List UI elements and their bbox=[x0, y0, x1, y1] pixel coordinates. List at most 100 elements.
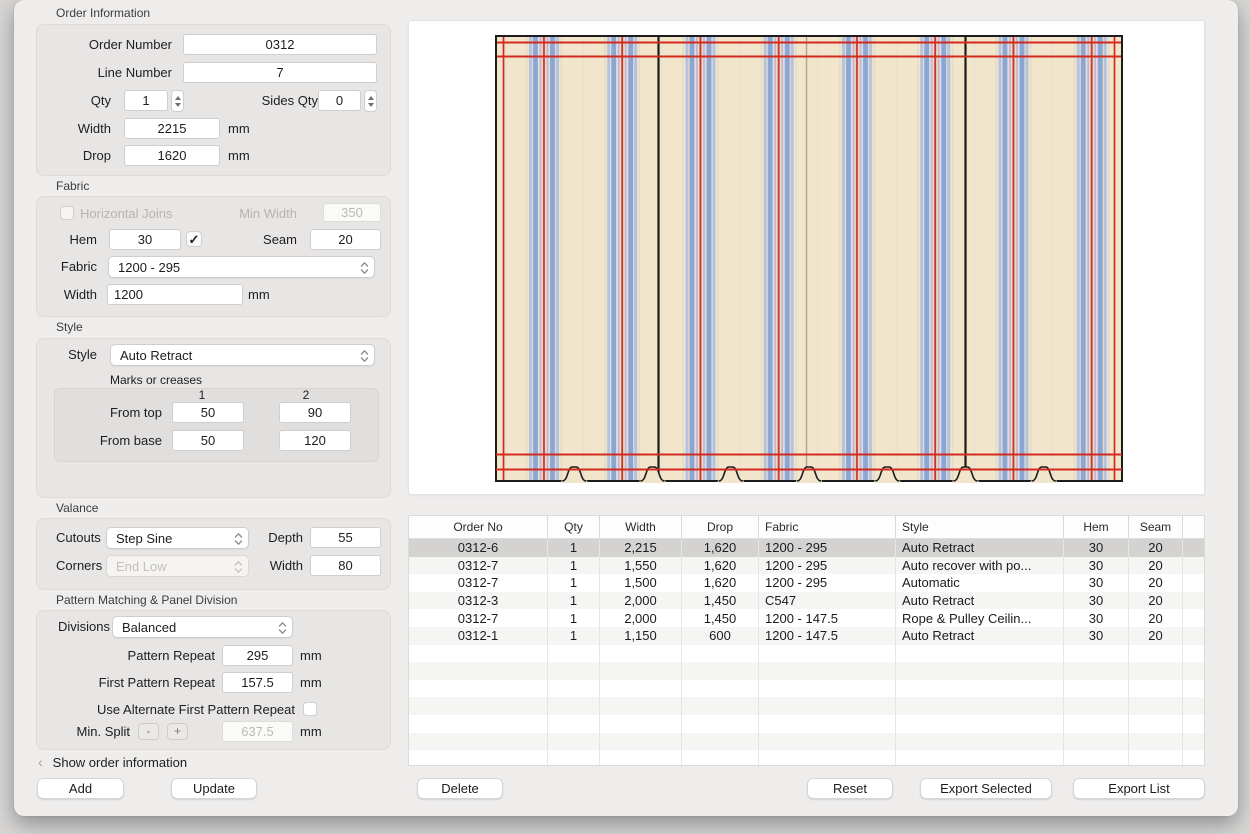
table-cell[interactable]: 1 bbox=[548, 539, 600, 557]
table-cell[interactable]: 20 bbox=[1129, 627, 1183, 645]
hem-checked-checkbox[interactable]: ✓ bbox=[186, 231, 202, 247]
table-cell[interactable]: 20 bbox=[1129, 609, 1183, 627]
table-cell[interactable]: 0312-7 bbox=[409, 557, 548, 575]
table-cell[interactable]: 0312-3 bbox=[409, 592, 548, 610]
use-alternate-checkbox[interactable] bbox=[303, 702, 317, 716]
column-header-qty[interactable]: Qty bbox=[548, 516, 600, 538]
table-cell[interactable]: 20 bbox=[1129, 557, 1183, 575]
min-split-increment-button[interactable]: + bbox=[167, 723, 188, 740]
qty-stepper[interactable] bbox=[171, 90, 184, 112]
delete-button[interactable]: Delete bbox=[417, 778, 503, 799]
table-cell[interactable] bbox=[1183, 627, 1204, 645]
column-header-fabric[interactable]: Fabric bbox=[759, 516, 896, 538]
table-cell[interactable]: 30 bbox=[1064, 609, 1129, 627]
table-cell[interactable]: 1,450 bbox=[682, 609, 759, 627]
drop-field[interactable] bbox=[124, 145, 220, 166]
table-cell[interactable]: 1 bbox=[548, 609, 600, 627]
update-button[interactable]: Update bbox=[171, 778, 257, 799]
sides-qty-field[interactable] bbox=[318, 90, 361, 111]
order-number-field[interactable] bbox=[183, 34, 377, 55]
table-cell[interactable]: 30 bbox=[1064, 539, 1129, 557]
column-header-drop[interactable]: Drop bbox=[682, 516, 759, 538]
table-cell[interactable] bbox=[1183, 539, 1204, 557]
add-button[interactable]: Add bbox=[37, 778, 124, 799]
table-cell[interactable]: Rope & Pulley Ceilin... bbox=[896, 609, 1064, 627]
table-cell[interactable]: 1200 - 147.5 bbox=[759, 627, 896, 645]
min-split-decrement-button[interactable]: - bbox=[138, 723, 159, 740]
column-header-style[interactable]: Style bbox=[896, 516, 1064, 538]
table-cell[interactable]: 1,450 bbox=[682, 592, 759, 610]
depth-field[interactable] bbox=[310, 527, 381, 548]
table-cell[interactable]: 30 bbox=[1064, 574, 1129, 592]
line-number-field[interactable] bbox=[183, 62, 377, 83]
table-cell[interactable]: 1 bbox=[548, 592, 600, 610]
valance-width-field[interactable] bbox=[310, 555, 381, 576]
cutouts-dropdown[interactable]: Step Sine bbox=[106, 527, 249, 549]
table-row[interactable]: 0312-312,0001,450C547Auto Retract3020 bbox=[409, 592, 1204, 610]
show-order-information-disclosure[interactable]: ‹Show order information bbox=[38, 754, 187, 770]
hem-field[interactable] bbox=[109, 229, 181, 250]
table-cell[interactable]: 0312-7 bbox=[409, 609, 548, 627]
column-header-width[interactable]: Width bbox=[600, 516, 682, 538]
pattern-repeat-field[interactable] bbox=[222, 645, 293, 666]
table-cell[interactable]: 1,620 bbox=[682, 574, 759, 592]
divisions-dropdown[interactable]: Balanced bbox=[112, 616, 293, 638]
table-cell[interactable]: 0312-6 bbox=[409, 539, 548, 557]
table-cell[interactable]: 1200 - 295 bbox=[759, 574, 896, 592]
sides-qty-stepper[interactable] bbox=[364, 90, 377, 112]
table-cell[interactable]: Automatic bbox=[896, 574, 1064, 592]
first-pattern-repeat-field[interactable] bbox=[222, 672, 293, 693]
seam-field[interactable] bbox=[310, 229, 381, 250]
table-cell[interactable]: 1200 - 295 bbox=[759, 557, 896, 575]
from-base-2-field[interactable] bbox=[279, 430, 351, 451]
table-cell[interactable]: 20 bbox=[1129, 539, 1183, 557]
table-cell[interactable]: 1 bbox=[548, 557, 600, 575]
table-cell[interactable]: Auto Retract bbox=[896, 592, 1064, 610]
table-cell[interactable]: Auto recover with po... bbox=[896, 557, 1064, 575]
table-cell[interactable]: 30 bbox=[1064, 627, 1129, 645]
table-cell[interactable]: 1 bbox=[548, 574, 600, 592]
table-cell[interactable]: 20 bbox=[1129, 574, 1183, 592]
table-cell[interactable] bbox=[1183, 557, 1204, 575]
column-header-hem[interactable]: Hem bbox=[1064, 516, 1129, 538]
table-cell[interactable]: Auto Retract bbox=[896, 539, 1064, 557]
horizontal-joins-checkbox[interactable] bbox=[60, 206, 74, 220]
table-cell[interactable]: 1200 - 147.5 bbox=[759, 609, 896, 627]
table-cell[interactable] bbox=[1183, 609, 1204, 627]
style-dropdown[interactable]: Auto Retract bbox=[110, 344, 375, 366]
table-cell[interactable]: 1200 - 295 bbox=[759, 539, 896, 557]
table-cell[interactable]: 1,150 bbox=[600, 627, 682, 645]
table-row[interactable]: 0312-711,5501,6201200 - 295Auto recover … bbox=[409, 557, 1204, 575]
export-list-button[interactable]: Export List bbox=[1073, 778, 1205, 799]
table-cell[interactable] bbox=[1183, 574, 1204, 592]
table-cell[interactable]: 2,215 bbox=[600, 539, 682, 557]
fabric-dropdown[interactable]: 1200 - 295 bbox=[108, 256, 375, 278]
export-selected-button[interactable]: Export Selected bbox=[920, 778, 1052, 799]
table-cell[interactable]: Auto Retract bbox=[896, 627, 1064, 645]
column-header-order-no[interactable]: Order No bbox=[409, 516, 548, 538]
column-header-seam[interactable]: Seam bbox=[1129, 516, 1183, 538]
table-cell[interactable]: 30 bbox=[1064, 592, 1129, 610]
table-cell[interactable]: 20 bbox=[1129, 592, 1183, 610]
from-top-2-field[interactable] bbox=[279, 402, 351, 423]
table-cell[interactable]: 0312-7 bbox=[409, 574, 548, 592]
table-cell[interactable]: 1,620 bbox=[682, 557, 759, 575]
fabric-width-field[interactable] bbox=[107, 284, 243, 305]
table-cell[interactable]: 2,000 bbox=[600, 592, 682, 610]
from-base-1-field[interactable] bbox=[172, 430, 244, 451]
reset-button[interactable]: Reset bbox=[807, 778, 893, 799]
table-cell[interactable]: C547 bbox=[759, 592, 896, 610]
table-row[interactable]: 0312-612,2151,6201200 - 295Auto Retract3… bbox=[409, 539, 1204, 557]
table-cell[interactable]: 2,000 bbox=[600, 609, 682, 627]
table-cell[interactable]: 1,550 bbox=[600, 557, 682, 575]
qty-field[interactable] bbox=[124, 90, 168, 111]
table-row[interactable]: 0312-111,1506001200 - 147.5Auto Retract3… bbox=[409, 627, 1204, 645]
table-cell[interactable]: 600 bbox=[682, 627, 759, 645]
table-body[interactable]: 0312-612,2151,6201200 - 295Auto Retract3… bbox=[409, 539, 1204, 766]
table-cell[interactable]: 0312-1 bbox=[409, 627, 548, 645]
table-cell[interactable]: 1,620 bbox=[682, 539, 759, 557]
order-lines-table[interactable]: Order NoQtyWidthDropFabricStyleHemSeam 0… bbox=[408, 515, 1205, 766]
table-cell[interactable]: 30 bbox=[1064, 557, 1129, 575]
table-row[interactable]: 0312-711,5001,6201200 - 295Automatic3020 bbox=[409, 574, 1204, 592]
width-field[interactable] bbox=[124, 118, 220, 139]
